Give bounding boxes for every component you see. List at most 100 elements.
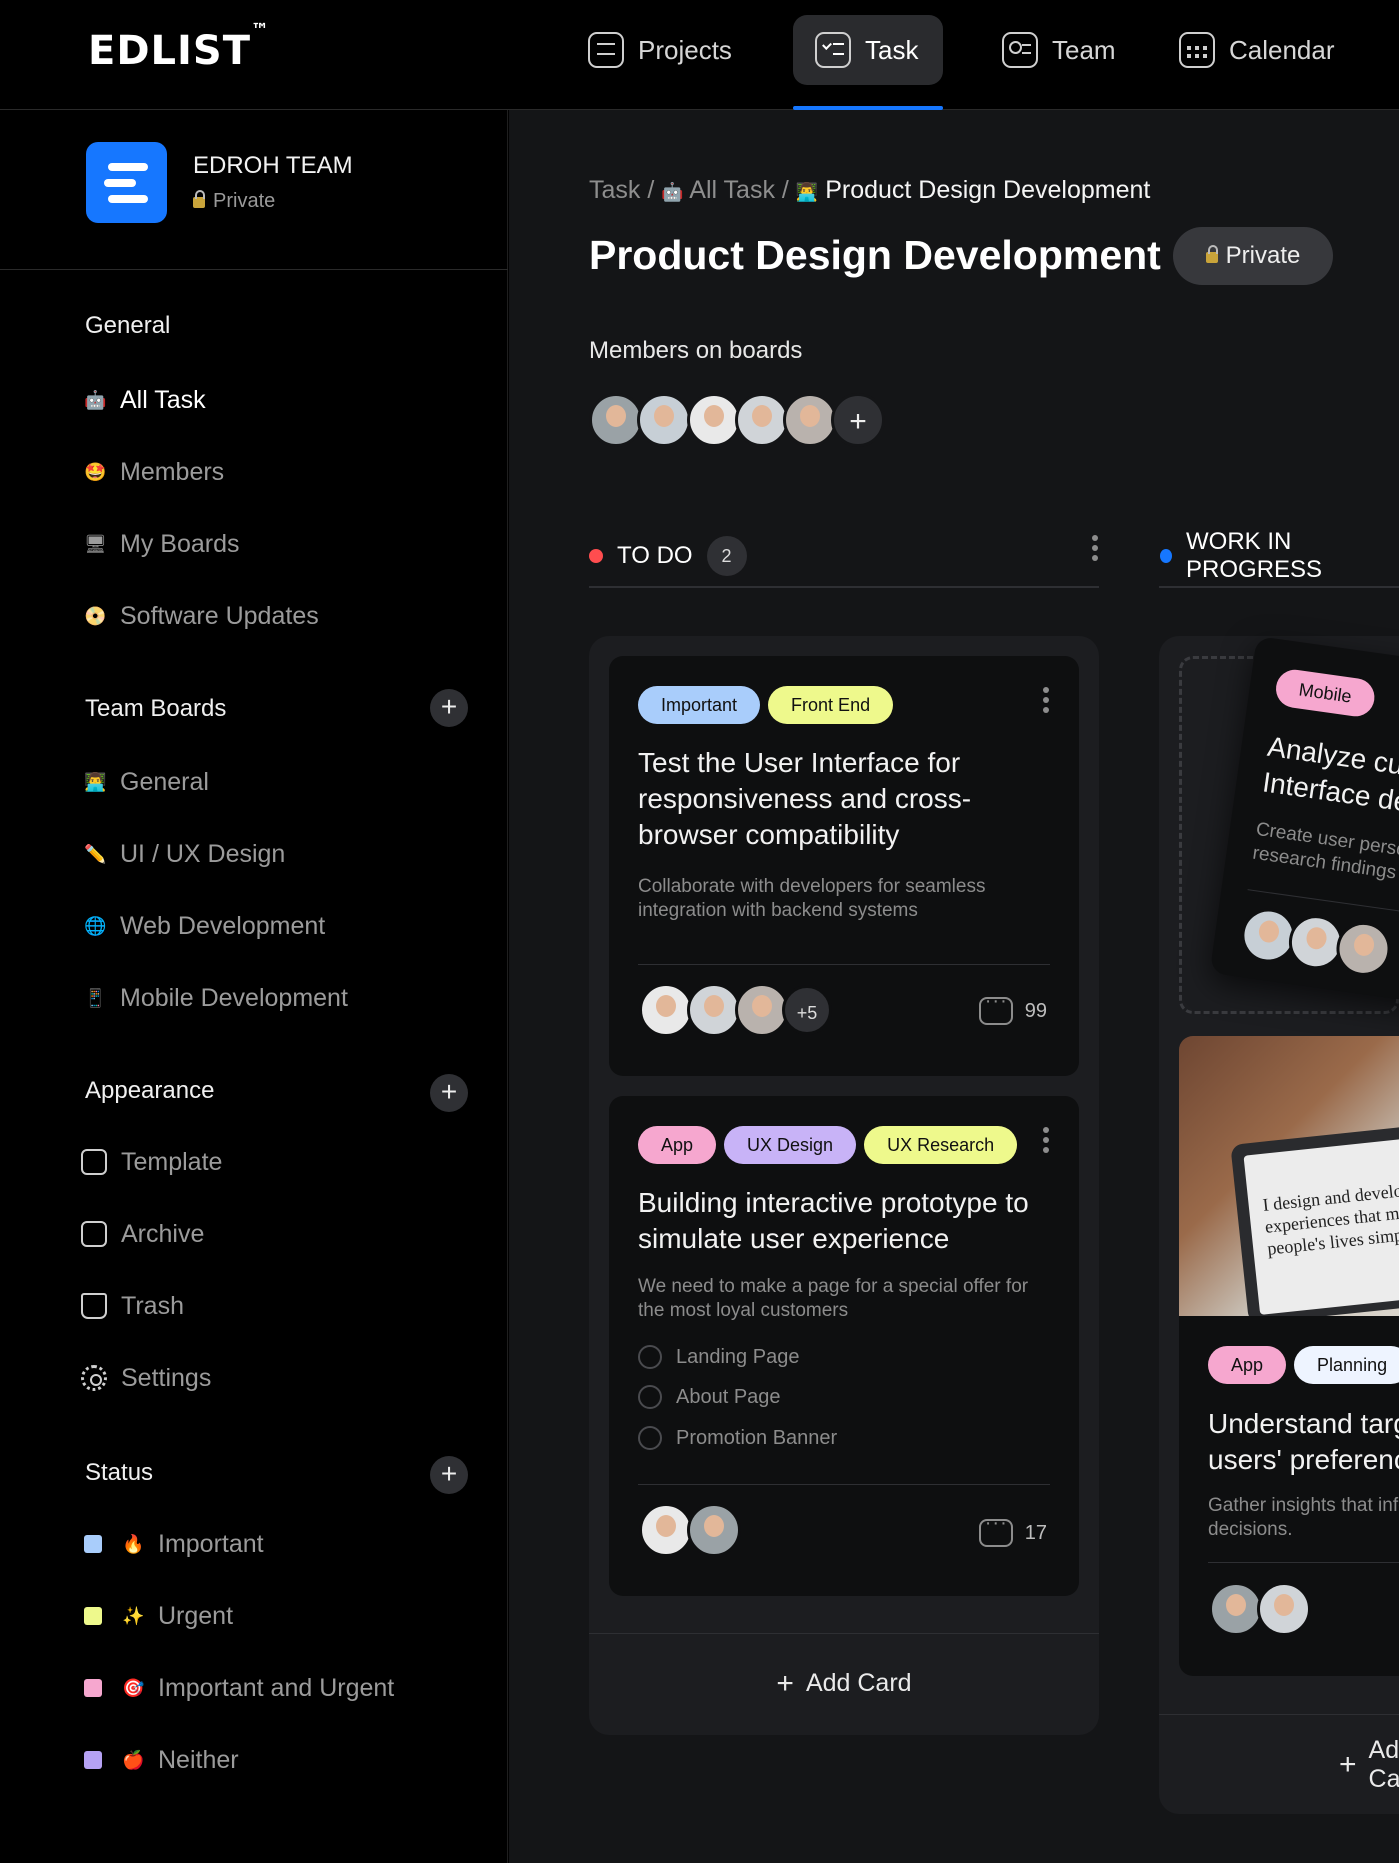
tag-planning[interactable]: Planning: [1294, 1346, 1399, 1384]
nav-calendar[interactable]: Calendar: [1157, 15, 1357, 85]
avatar[interactable]: [637, 393, 691, 447]
app-logo[interactable]: EDLIST™: [88, 20, 270, 74]
card-description: Gather insights that inform design decis…: [1208, 1495, 1399, 1540]
add-card-button[interactable]: +Add Card: [589, 1633, 1099, 1733]
sidebar: EDROH TEAM Private General 🤖 All Task 🤩 Me…: [0, 110, 508, 1863]
column-todo: Important Front End Test the User Interfa…: [589, 636, 1099, 1735]
team-visibility: Private: [193, 190, 275, 213]
desktop-icon: 🖥: [84, 533, 107, 555]
tag-mobile[interactable]: Mobile: [1273, 667, 1377, 719]
sidebar-item-general-board[interactable]: 👨‍💻 General: [84, 762, 209, 802]
avatar[interactable]: [639, 983, 693, 1037]
tag-important[interactable]: Important: [638, 686, 761, 724]
sidebar-item-my-boards[interactable]: 🖥 My Boards: [84, 524, 239, 564]
checkbox-icon[interactable]: [638, 1426, 662, 1450]
sidebar-item-mobile-development[interactable]: 📱 Mobile Development: [84, 978, 348, 1018]
nav-team[interactable]: Team: [980, 15, 1138, 85]
sidebar-item-all-task[interactable]: 🤖 All Task: [84, 380, 206, 420]
avatar[interactable]: [783, 393, 837, 447]
avatar[interactable]: [687, 983, 741, 1037]
column-title: TO DO: [617, 542, 693, 569]
sidebar-item-trash[interactable]: Trash: [81, 1286, 184, 1326]
comments-count[interactable]: 99: [978, 990, 1047, 1025]
card-title: Building interactive prototype to simula…: [638, 1187, 1029, 1254]
avatar[interactable]: [1209, 1582, 1263, 1636]
avatar[interactable]: [639, 1503, 693, 1557]
status-color-swatch: [84, 1751, 102, 1769]
sidebar-item-ui-ux-design[interactable]: ✏️ UI / UX Design: [84, 834, 285, 874]
more-members-badge[interactable]: +5: [782, 985, 832, 1035]
tag-ux-research[interactable]: UX Research: [864, 1126, 1018, 1164]
nav-task[interactable]: Task: [793, 15, 943, 85]
avatar[interactable]: [687, 1503, 741, 1557]
avatar[interactable]: [735, 983, 789, 1037]
checkbox-icon[interactable]: [638, 1345, 662, 1369]
task-card[interactable]: Important Front End Test the User Interfa…: [609, 656, 1079, 1076]
checkbox-icon[interactable]: [638, 1385, 662, 1409]
card-menu-icon[interactable]: [1043, 687, 1049, 693]
status-color-swatch: [84, 1607, 102, 1625]
sidebar-item-archive[interactable]: Archive: [81, 1214, 204, 1254]
breadcrumb-all-task[interactable]: All Task: [689, 176, 775, 204]
card-title: Test the User Interface for responsivene…: [638, 747, 972, 850]
avatar[interactable]: [735, 393, 789, 447]
archive-icon: [81, 1221, 107, 1247]
add-team-board-button[interactable]: +: [430, 689, 468, 727]
add-card-button[interactable]: +Add Card: [1159, 1714, 1399, 1814]
column-status-dot: [589, 549, 603, 563]
avatar[interactable]: [1332, 918, 1394, 980]
avatar[interactable]: [687, 393, 741, 447]
nav-projects-label: Projects: [638, 34, 732, 65]
members-label: Members on boards: [589, 337, 803, 364]
task-card[interactable]: AppPlanning Understand target users' pre…: [1179, 1316, 1399, 1676]
add-member-button[interactable]: +: [831, 393, 885, 447]
nav-team-label: Team: [1052, 34, 1116, 65]
technologist-icon: 👨‍💻: [795, 182, 819, 203]
column-wip: Mobile Analyze current User Interface de…: [1159, 636, 1399, 1814]
card-tags: Important Front End: [638, 686, 901, 724]
breadcrumb-task[interactable]: Task: [589, 176, 640, 204]
checklist-item[interactable]: About Page: [638, 1385, 781, 1409]
nav-projects[interactable]: Projects: [566, 15, 754, 85]
sidebar-item-web-development[interactable]: 🌐 Web Development: [84, 906, 325, 946]
team-card[interactable]: EDROH TEAM Private: [0, 110, 508, 270]
tag-app[interactable]: App: [1208, 1346, 1287, 1384]
trash-icon: [81, 1293, 107, 1319]
tag-ux-design[interactable]: UX Design: [724, 1126, 857, 1164]
checklist-item[interactable]: Landing Page: [638, 1345, 799, 1369]
sidebar-item-template[interactable]: Template: [81, 1142, 222, 1182]
avatar[interactable]: [1257, 1582, 1311, 1636]
fire-icon: 🔥: [122, 1533, 145, 1555]
sidebar-item-software-updates[interactable]: 📀 Software Updates: [84, 596, 319, 636]
sidebar-item-members[interactable]: 🤩 Members: [84, 452, 224, 492]
tag-app[interactable]: App: [638, 1126, 717, 1164]
card-divider: [638, 1484, 1050, 1485]
laptop-screen-text: I design and develop experiences that ma…: [1243, 1130, 1399, 1315]
settings-icon: [81, 1365, 107, 1391]
checklist-item[interactable]: Promotion Banner: [638, 1426, 837, 1450]
top-bar: EDLIST™ Projects Task Team Calendar: [0, 0, 1399, 110]
team-icon: [1002, 32, 1038, 68]
comment-icon: [978, 1512, 1013, 1547]
sidebar-item-settings[interactable]: Settings: [81, 1358, 211, 1398]
add-status-button[interactable]: +: [430, 1456, 468, 1494]
card-description: Create user persona based on research fi…: [1251, 818, 1399, 884]
visibility-badge[interactable]: Private: [1173, 227, 1333, 285]
sidebar-item-status-neither[interactable]: 🍎 Neither: [84, 1740, 239, 1780]
card-menu-icon[interactable]: [1043, 1127, 1049, 1133]
sidebar-item-status-important[interactable]: 🔥 Important: [84, 1524, 264, 1564]
main-content: Task / 🤖 All Task / 👨‍💻 Product Design D…: [509, 110, 1399, 1863]
sidebar-item-status-urgent[interactable]: ✨ Urgent: [84, 1596, 233, 1636]
comments-count[interactable]: 17: [978, 1512, 1047, 1547]
task-card[interactable]: App UX Design UX Research Building interac…: [609, 1096, 1079, 1596]
card-description: We need to make a page for a special off…: [638, 1276, 1029, 1321]
add-appearance-button[interactable]: +: [430, 1074, 468, 1112]
apple-icon: 🍎: [122, 1749, 145, 1771]
column-menu-icon[interactable]: [1092, 535, 1098, 541]
tag-front-end[interactable]: Front End: [768, 686, 894, 724]
plus-icon: +: [776, 1666, 794, 1700]
avatar[interactable]: .m1::after{background:#3a3a3a;}: [589, 393, 643, 447]
sidebar-item-status-important-urgent[interactable]: 🎯 Important and Urgent: [84, 1668, 394, 1708]
lock-icon: [1205, 244, 1218, 263]
robot-icon: 🤖: [661, 182, 684, 203]
